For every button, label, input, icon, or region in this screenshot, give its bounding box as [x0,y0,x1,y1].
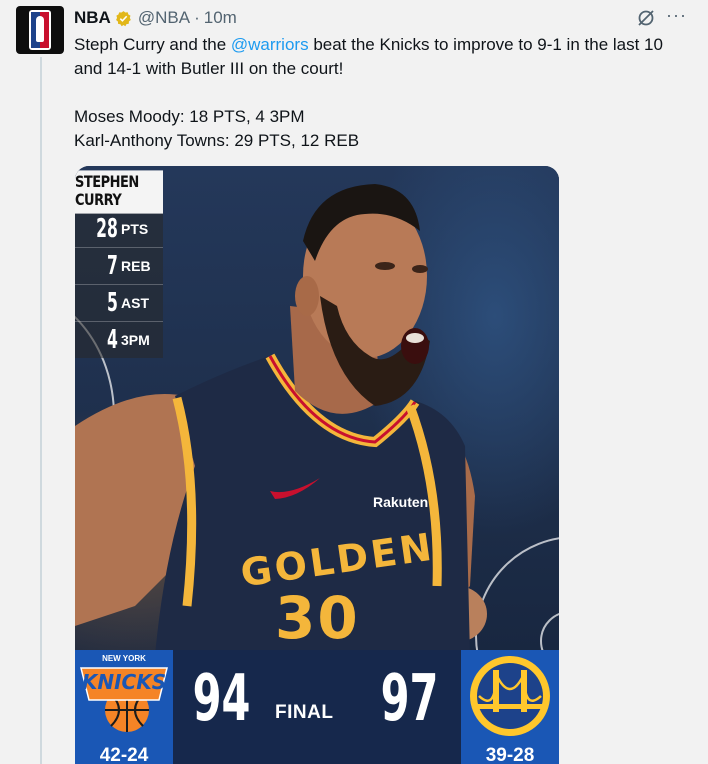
nba-logo-icon [29,10,51,50]
stat-row-pts: 28 PTS [75,210,163,247]
tweet-media-image[interactable]: Rakuten GOLDEN 30 STEPHEN CURRY 28 PTS 7… [75,166,559,764]
verified-badge-icon [115,10,131,26]
warriors-mention-link[interactable]: @warriors [231,35,309,54]
tweet-header: NBA @NBA · 10m [74,8,237,28]
knicks-score: 94 [192,662,251,736]
tweet-text: Steph Curry and the @warriors beat the K… [74,33,696,153]
tweet-main-text: Steph Curry and the @warriors beat the K… [74,35,663,78]
jersey-number: 30 [275,584,360,652]
author-handle[interactable]: @NBA [138,8,190,28]
grok-icon[interactable] [636,8,656,28]
stat-line-towns: Karl-Anthony Towns: 29 PTS, 12 REB [74,131,360,150]
warriors-logo-icon [470,656,550,736]
scoreboard: NEW YORK KNICKS 94 FINAL 97 42-24 39-28 [75,650,559,764]
warriors-record: 39-28 [485,745,535,764]
warriors-score: 97 [380,662,439,736]
stat-line-moody: Moses Moody: 18 PTS, 4 3PM [74,107,305,126]
stat-card: STEPHEN CURRY 28 PTS 7 REB 5 AST 4 3PM [75,170,163,358]
avatar[interactable] [16,6,64,54]
separator: · [194,8,200,27]
knicks-logo-top-text: NEW YORK [102,654,146,663]
knicks-logo-text: KNICKS [81,670,167,694]
stat-row-reb: 7 REB [75,247,163,284]
game-status: FINAL [275,702,334,723]
knicks-logo-icon [80,667,168,732]
stat-row-ast: 5 AST [75,284,163,321]
jersey-sponsor: Rakuten [373,494,429,510]
author-name[interactable]: NBA [74,8,111,28]
thread-line [40,57,42,764]
timestamp[interactable]: 10m [204,8,237,28]
more-icon[interactable]: ··· [666,5,687,26]
stat-row-3pm: 4 3PM [75,321,163,358]
stat-card-player: STEPHEN CURRY [75,170,163,214]
knicks-record: 42-24 [99,745,149,764]
